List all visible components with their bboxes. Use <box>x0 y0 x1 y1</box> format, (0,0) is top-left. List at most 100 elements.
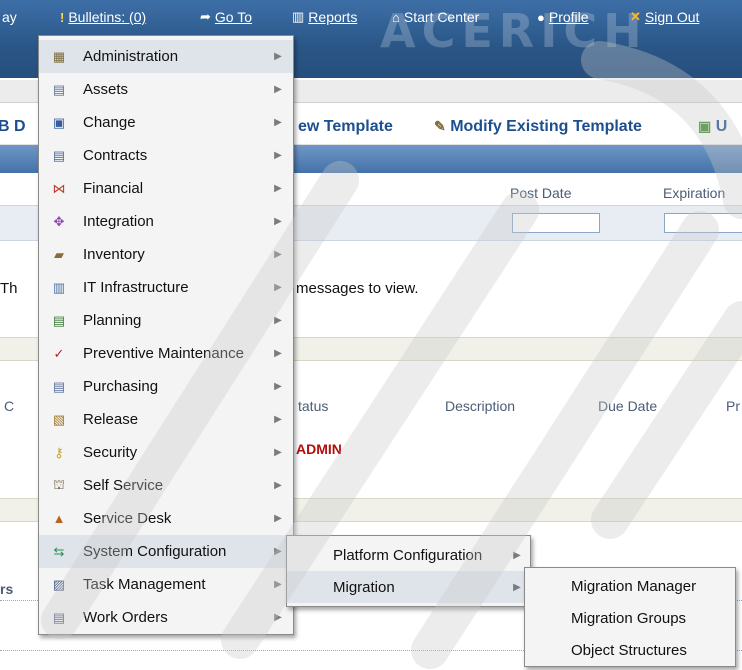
menu-item-work-orders[interactable]: ▤ Work Orders ▶ <box>39 601 293 634</box>
purchasing-icon: ▤ <box>52 378 66 394</box>
submenu-arrow-icon: ▶ <box>513 549 521 561</box>
it-infrastructure-icon: ▥ <box>52 279 66 295</box>
reports-chart-icon: ▥ <box>292 9 305 24</box>
expiration-filter-input[interactable] <box>664 213 742 233</box>
modify-template-label: Modify Existing Template <box>450 118 642 135</box>
menu-item-financial[interactable]: ⋈ Financial ▶ <box>39 172 293 205</box>
inbox-partial-right[interactable]: Pr <box>726 398 740 414</box>
menu-item-planning[interactable]: ▤ Planning ▶ <box>39 304 293 337</box>
menu-item-label: Work Orders <box>83 609 168 626</box>
nav-partial-left[interactable]: ay <box>2 9 17 25</box>
goto-link[interactable]: ➦ Go To <box>200 9 252 25</box>
assets-icon: ▤ <box>52 81 66 97</box>
work-orders-icon: ▤ <box>52 609 66 625</box>
financial-icon: ⋈ <box>52 180 66 196</box>
submenu-arrow-icon: ▶ <box>274 51 282 62</box>
inbox-row-status-value[interactable]: ADMIN <box>296 441 342 457</box>
submenu-item-label: Migration Manager <box>571 577 697 595</box>
submenu-arrow-icon: ▶ <box>274 84 282 95</box>
status-header[interactable]: tatus <box>298 398 328 414</box>
toolbar-partial-left[interactable]: B D <box>0 118 26 136</box>
profile-link[interactable]: ● Profile <box>537 9 589 25</box>
description-header[interactable]: Description <box>445 398 515 414</box>
menu-item-label: Release <box>83 411 139 428</box>
bulletin-icon: ! <box>60 9 65 25</box>
system-configuration-submenu: Platform Configuration ▶ Migration ▶ <box>286 535 531 607</box>
profile-person-icon: ● <box>537 9 545 25</box>
menu-item-change[interactable]: ▣ Change ▶ <box>39 106 293 139</box>
self-service-icon: ⛫ <box>53 476 65 492</box>
reports-link[interactable]: ▥ Reports <box>292 9 357 25</box>
submenu-arrow-icon: ▶ <box>274 579 282 590</box>
menu-item-purchasing[interactable]: ▤ Purchasing ▶ <box>39 370 293 403</box>
menu-item-label: Inventory <box>83 246 145 263</box>
contracts-icon: ▤ <box>52 147 66 163</box>
menu-item-label: System Configuration <box>83 543 227 560</box>
menu-item-integration[interactable]: ✥ Integration ▶ <box>39 205 293 238</box>
inventory-icon: ▰ <box>54 246 64 262</box>
submenu-item-platform-configuration[interactable]: Platform Configuration ▶ <box>287 539 530 571</box>
menu-item-service-desk[interactable]: ▲ Service Desk ▶ <box>39 502 293 535</box>
expiration-header[interactable]: Expiration <box>663 185 725 201</box>
post-date-header[interactable]: Post Date <box>510 185 571 201</box>
bulletins-link[interactable]: ! Bulletins: (0) <box>60 9 146 25</box>
menu-item-assets[interactable]: ▤ Assets ▶ <box>39 73 293 106</box>
submenu-arrow-icon: ▶ <box>274 282 282 293</box>
submenu-item-migration-manager[interactable]: Migration Manager <box>525 570 735 602</box>
menu-item-preventive-maintenance[interactable]: ✓ Preventive Maintenance ▶ <box>39 337 293 370</box>
menu-item-label: Service Desk <box>83 510 172 527</box>
service-desk-icon: ▲ <box>52 511 66 526</box>
goto-arrow-icon: ➦ <box>200 9 211 24</box>
menu-item-label: Preventive Maintenance <box>83 345 244 362</box>
menu-item-administration[interactable]: ▦ Administration ▶ <box>39 40 293 73</box>
toolbar-partial-right[interactable]: ▣ U <box>698 118 727 136</box>
menu-item-label: Integration <box>83 213 154 230</box>
menu-item-self-service[interactable]: ⛫ Self Service ▶ <box>39 469 293 502</box>
start-center-link[interactable]: ⌂ Start Center <box>392 9 479 25</box>
menu-item-task-management[interactable]: ▨ Task Management ▶ <box>39 568 293 601</box>
menu-item-label: Administration <box>83 48 179 65</box>
submenu-item-label: Object Structures <box>571 641 687 659</box>
inbox-partial-left: C <box>4 398 15 414</box>
submenu-item-object-structures[interactable]: Object Structures <box>525 634 735 666</box>
menu-item-it-infrastructure[interactable]: ▥ IT Infrastructure ▶ <box>39 271 293 304</box>
due-date-header[interactable]: Due Date <box>598 398 657 414</box>
inbox-bottom-partial: rs <box>0 581 14 597</box>
post-date-filter-input[interactable] <box>512 213 600 233</box>
home-icon: ⌂ <box>392 9 400 25</box>
integration-icon: ✥ <box>53 213 65 229</box>
goto-label: Go To <box>214 9 253 25</box>
sign-out-label: Sign Out <box>644 9 700 25</box>
new-template-link[interactable]: ew Template <box>298 118 393 136</box>
release-icon: ▧ <box>52 411 66 427</box>
menu-item-inventory[interactable]: ▰ Inventory ▶ <box>39 238 293 271</box>
menu-item-label: Change <box>83 114 136 131</box>
submenu-arrow-icon: ▶ <box>513 581 521 593</box>
menu-item-security[interactable]: ⚷ Security ▶ <box>39 436 293 469</box>
menu-item-release[interactable]: ▧ Release ▶ <box>39 403 293 436</box>
new-template-label: ew Template <box>298 118 393 135</box>
menu-item-contracts[interactable]: ▤ Contracts ▶ <box>39 139 293 172</box>
task-management-icon: ▨ <box>52 576 66 592</box>
menu-item-label: Financial <box>83 180 144 197</box>
menu-item-system-configuration[interactable]: ⇆ System Configuration ▶ <box>39 535 293 568</box>
sign-out-link[interactable]: ✕ Sign Out <box>630 9 699 25</box>
start-center-label: Start Center <box>403 9 480 25</box>
submenu-arrow-icon: ▶ <box>274 381 282 392</box>
submenu-arrow-icon: ▶ <box>274 447 282 458</box>
submenu-item-migration-groups[interactable]: Migration Groups <box>525 602 735 634</box>
modify-template-link[interactable]: ✎ Modify Existing Template <box>434 118 642 136</box>
submenu-arrow-icon: ▶ <box>274 513 282 524</box>
submenu-arrow-icon: ▶ <box>274 315 282 326</box>
bulletins-label: Bulletins: (0) <box>68 9 147 25</box>
toolbar-partial-right-label: U <box>715 118 728 135</box>
goto-menu: ▦ Administration ▶ ▤ Assets ▶ ▣ Change ▶… <box>38 35 294 635</box>
submenu-arrow-icon: ▶ <box>274 150 282 161</box>
submenu-arrow-icon: ▶ <box>274 546 282 557</box>
submenu-item-label: Platform Configuration <box>333 546 483 564</box>
submenu-arrow-icon: ▶ <box>274 183 282 194</box>
submenu-item-migration[interactable]: Migration ▶ <box>287 571 530 603</box>
submenu-arrow-icon: ▶ <box>274 480 282 491</box>
submenu-arrow-icon: ▶ <box>274 612 282 623</box>
reports-label: Reports <box>308 9 358 25</box>
